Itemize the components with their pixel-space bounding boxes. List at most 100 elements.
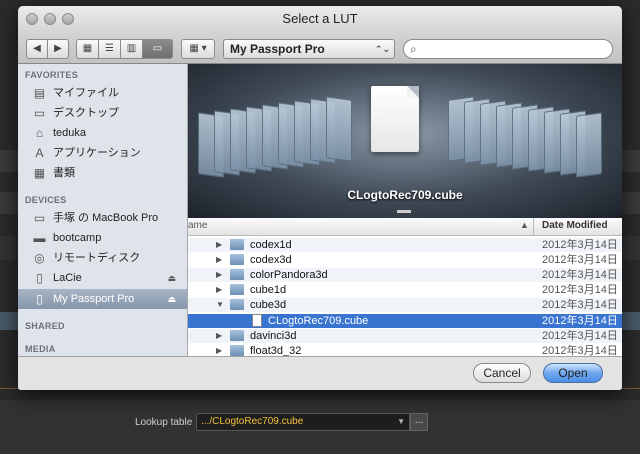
folder-icon (576, 112, 602, 178)
disclosure-triangle-icon[interactable]: ▶ (216, 253, 222, 267)
folder-icon (326, 96, 352, 162)
arrange-button[interactable]: ▦ ▾ (181, 39, 215, 59)
laptop-icon: ▭ (33, 211, 46, 225)
sidebar-item-my-files[interactable]: ▤ マイファイル (18, 83, 187, 103)
search-input[interactable] (424, 44, 595, 56)
cancel-button[interactable]: Cancel (473, 363, 531, 383)
list-item[interactable]: ▶ codex1d 2012年3月14日 (188, 238, 622, 252)
forward-arrow-icon: ▶ (54, 43, 62, 54)
list-icon: ☰ (105, 43, 114, 54)
column-view-button[interactable]: ▥ (120, 39, 143, 59)
chevron-down-icon: ▼ (397, 417, 405, 426)
document-icon (252, 314, 262, 327)
column-header-name[interactable]: ame (188, 220, 207, 231)
search-icon: ⌕ (410, 42, 417, 56)
dialog-footer: Cancel Open (18, 356, 622, 390)
sidebar-item-label: LaCie (53, 272, 82, 284)
icon-view-button[interactable]: ▦ (76, 39, 99, 59)
list-view-button[interactable]: ☰ (98, 39, 121, 59)
disclosure-triangle-icon[interactable]: ▼ (216, 298, 224, 312)
list-item[interactable]: ▼ cube3d 2012年3月14日 (188, 298, 622, 312)
eject-icon[interactable]: ⏏ (167, 289, 176, 309)
sidebar: FAVORITES ▤ マイファイル ▭ デスクトップ ⌂ teduka A アプリケー… (18, 64, 188, 356)
folder-icon (230, 284, 244, 295)
sidebar-section-media: MEDIA (25, 344, 56, 354)
location-label: My Passport Pro (230, 42, 325, 56)
preview-filename: CLogtoRec709.cube (347, 188, 463, 202)
sidebar-item-home[interactable]: ⌂ teduka (18, 123, 187, 143)
folder-icon (230, 254, 244, 265)
list-item[interactable]: ▶ cube1d 2012年3月14日 (188, 283, 622, 297)
list-header: ame ▲ Date Modified (188, 218, 622, 236)
disclosure-triangle-icon[interactable]: ▶ (216, 238, 222, 252)
sidebar-item-documents[interactable]: ▦ 書類 (18, 163, 187, 183)
sidebar-item-desktop[interactable]: ▭ デスクトップ (18, 103, 187, 123)
forward-button[interactable]: ▶ (47, 39, 69, 59)
back-arrow-icon: ◀ (33, 43, 41, 54)
sidebar-item-my-passport-pro[interactable]: ▯ My Passport Pro ⏏ (18, 289, 187, 309)
disclosure-triangle-icon[interactable]: ▶ (216, 344, 222, 356)
lookup-table-select[interactable]: .../CLogtoRec709.cube ▼ (196, 413, 410, 431)
external-drive-icon: ▯ (36, 292, 43, 306)
sidebar-item-macbook[interactable]: ▭ 手塚 の MacBook Pro (18, 208, 187, 228)
coverflow-preview: CLogtoRec709.cube (188, 64, 622, 218)
folder-icon (230, 345, 244, 356)
external-drive-icon: ▯ (36, 271, 43, 285)
minimize-window-button[interactable] (44, 13, 56, 25)
list-item-selected[interactable]: CLogtoRec709.cube 2012年3月14日 (188, 314, 622, 328)
close-window-button[interactable] (26, 13, 38, 25)
eject-icon[interactable]: ⏏ (167, 268, 176, 288)
list-item[interactable]: ▶ codex3d 2012年3月14日 (188, 253, 622, 267)
open-button[interactable]: Open (543, 363, 603, 383)
title-bar: Select a LUT (18, 6, 622, 34)
lookup-table-value: .../CLogtoRec709.cube (201, 416, 304, 427)
documents-icon: ▦ (33, 166, 46, 180)
disclosure-triangle-icon[interactable]: ▶ (216, 329, 222, 343)
list-item[interactable]: ▶ colorPandora3d 2012年3月14日 (188, 268, 622, 282)
folder-icon (230, 330, 244, 341)
sidebar-item-remote-disc[interactable]: ◎ リモートディスク (18, 248, 187, 268)
coverflow-icon: ▭ (152, 43, 163, 54)
folder-icon (230, 269, 244, 280)
arrange-icon: ▦ ▾ (189, 43, 207, 54)
browse-button[interactable]: ... (410, 413, 428, 431)
sidebar-item-label: デスクトップ (53, 107, 119, 119)
disc-icon: ◎ (34, 251, 45, 265)
lookup-table-label: Lookup table (135, 417, 193, 428)
coverflow-scroller[interactable] (397, 210, 411, 213)
column-divider[interactable] (533, 218, 534, 236)
select-lut-dialog: Select a LUT ◀ ▶ ▦ ☰ ▥ ▭ ▦ ▾ My Passport… (18, 6, 622, 390)
sidebar-section-devices: DEVICES (25, 195, 67, 205)
sidebar-item-label: bootcamp (53, 232, 102, 244)
sidebar-section-favorites: FAVORITES (25, 70, 79, 80)
folder-icon (230, 299, 244, 310)
disclosure-triangle-icon[interactable]: ▶ (216, 268, 222, 282)
sidebar-item-label: 手塚 の MacBook Pro (53, 212, 159, 224)
document-icon[interactable] (371, 86, 419, 152)
sidebar-section-shared: SHARED (25, 321, 65, 331)
desktop-icon: ▭ (33, 106, 46, 120)
chevron-updown-icon: ⌃⌄ (374, 44, 390, 54)
sidebar-item-label: リモートディスク (53, 252, 141, 264)
sidebar-item-applications[interactable]: A アプリケーション (18, 143, 187, 163)
location-popup[interactable]: My Passport Pro ⌃⌄ (223, 39, 395, 59)
sidebar-item-label: 書類 (53, 167, 75, 179)
disclosure-triangle-icon[interactable]: ▶ (216, 283, 222, 297)
back-button[interactable]: ◀ (26, 39, 48, 59)
sidebar-item-label: My Passport Pro (53, 293, 135, 305)
grid-icon: ▦ (82, 43, 93, 54)
sort-up-icon: ▲ (520, 220, 529, 230)
applications-icon: A (35, 146, 44, 160)
list-item[interactable]: ▶ davinci3d 2012年3月14日 (188, 329, 622, 343)
sidebar-item-bootcamp[interactable]: ▬ bootcamp (18, 228, 187, 248)
sidebar-item-label: アプリケーション (53, 147, 141, 159)
zoom-window-button[interactable] (62, 13, 74, 25)
column-header-date-modified[interactable]: Date Modified (542, 220, 608, 231)
coverflow-view-button[interactable]: ▭ (142, 39, 173, 59)
home-icon: ⌂ (35, 126, 44, 140)
search-field[interactable]: ⌕ (403, 39, 613, 59)
list-item[interactable]: ▶ float3d_32 2012年3月14日 (188, 344, 622, 356)
sidebar-item-lacie[interactable]: ▯ LaCie ⏏ (18, 268, 187, 288)
sidebar-item-label: teduka (53, 127, 87, 139)
file-list: ▶clipster3d ame ▲ Date Modified ▶codex1d… (188, 218, 622, 356)
